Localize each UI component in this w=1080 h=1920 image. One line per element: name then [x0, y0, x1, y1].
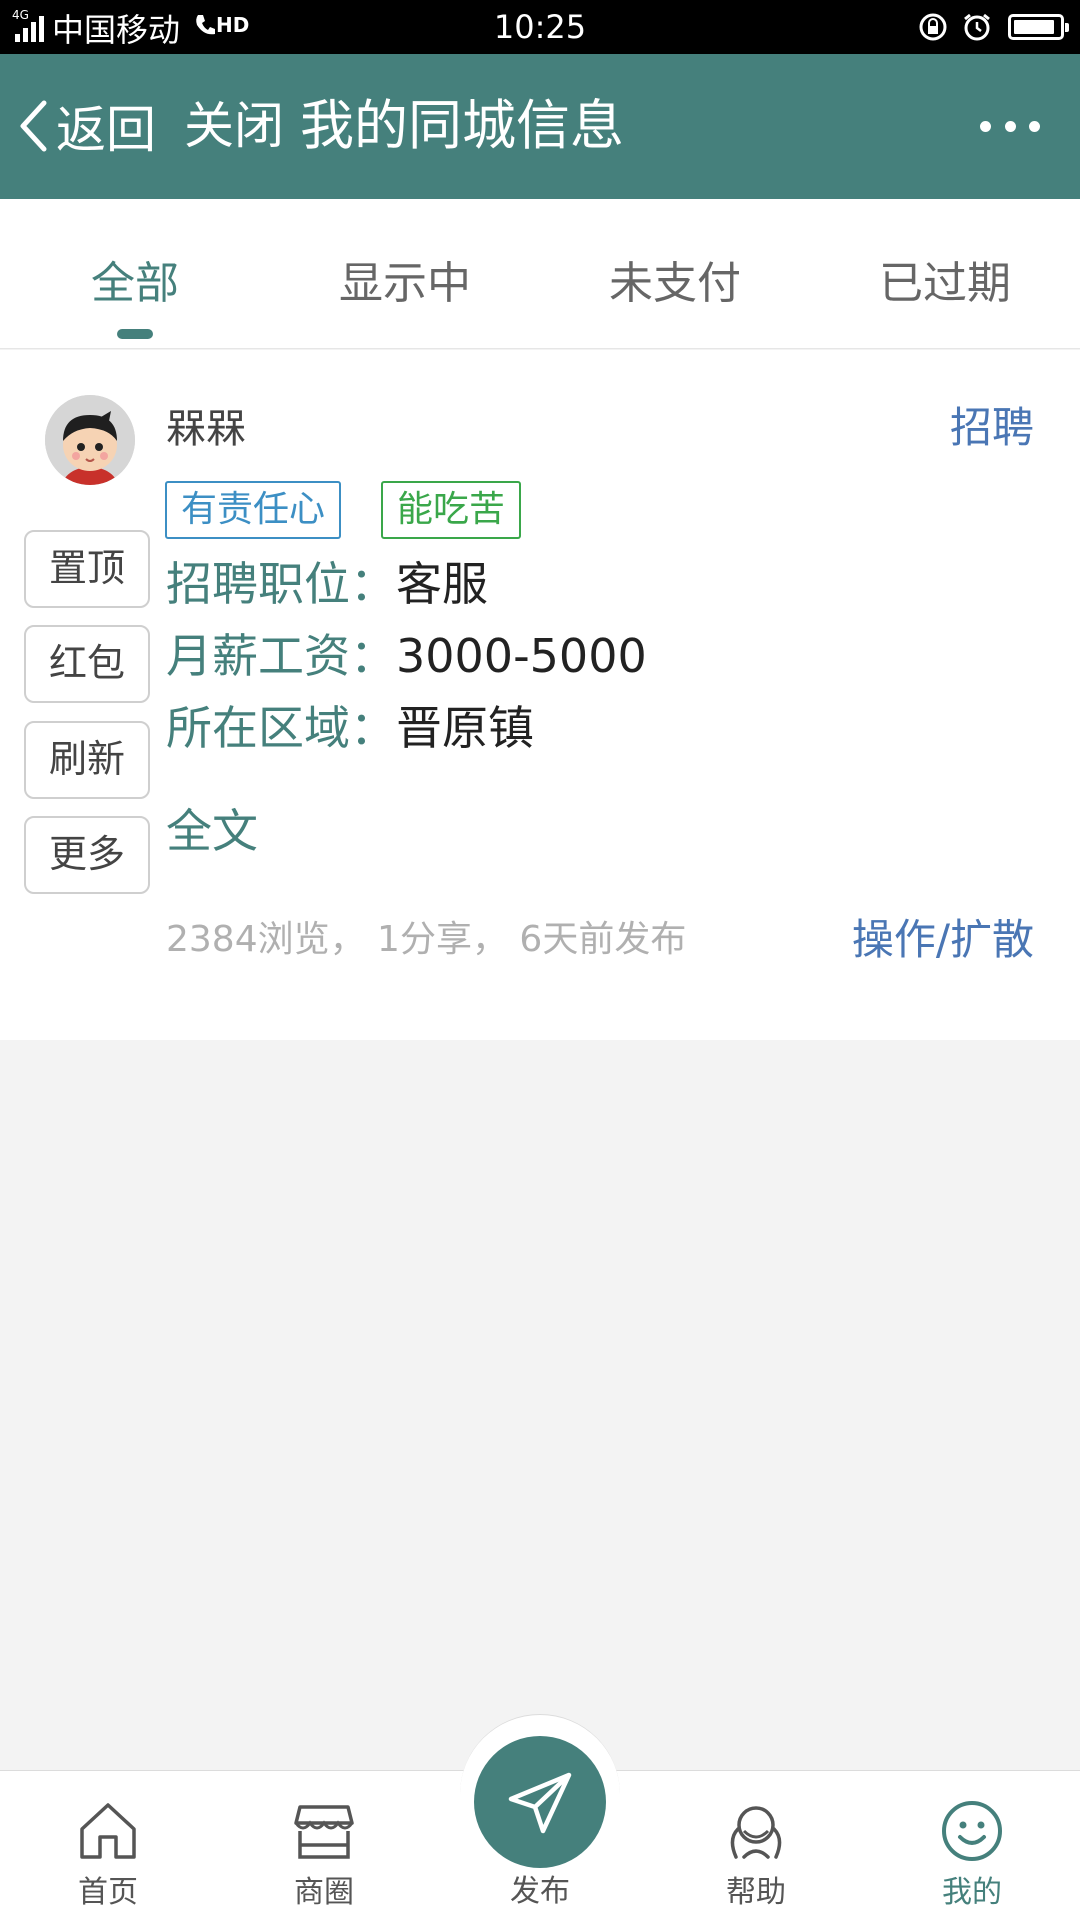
- send-icon: [508, 1772, 572, 1834]
- more-button[interactable]: 更多: [24, 816, 150, 894]
- tag-chip: 能吃苦: [381, 481, 522, 539]
- pin-top-button[interactable]: 置顶: [24, 530, 150, 608]
- home-icon: [80, 1803, 136, 1859]
- username: 槑槑: [166, 406, 246, 452]
- close-button[interactable]: 关闭: [184, 90, 284, 162]
- nav-business[interactable]: 商圈: [216, 1771, 432, 1920]
- tag-chip: 有责任心: [165, 481, 342, 539]
- top-nav-bar: 返回 关闭 我的同城信息: [0, 54, 1080, 199]
- rotation-lock-icon: [919, 13, 947, 41]
- nav-home[interactable]: 首页: [0, 1771, 216, 1920]
- dot-icon: [1029, 120, 1040, 132]
- tab-showing[interactable]: 显示中: [270, 199, 540, 349]
- publish-label: 发布: [510, 1874, 570, 1909]
- tab-unpaid[interactable]: 未支付: [540, 199, 810, 349]
- smile-icon: [942, 1801, 1002, 1861]
- post-card[interactable]: 槑槑 招聘 有责任心 能吃苦 置顶 红包 刷新 更多 招聘职位： 客服 月薪工资…: [0, 350, 1080, 1040]
- avatar[interactable]: [45, 395, 135, 485]
- active-tab-indicator: [117, 329, 153, 339]
- refresh-button[interactable]: 刷新: [24, 721, 150, 799]
- nav-help[interactable]: 帮助: [648, 1771, 864, 1920]
- battery-icon: [1008, 14, 1069, 40]
- publish-button[interactable]: [474, 1736, 606, 1868]
- store-icon: [294, 1805, 354, 1859]
- post-stats: 2384浏览， 1分享， 6天前发布: [166, 919, 687, 960]
- chevron-left-icon: [20, 100, 47, 152]
- back-button[interactable]: 返回: [18, 90, 156, 162]
- field-position: 招聘职位： 客服: [166, 557, 488, 611]
- fulltext-link[interactable]: 全文: [166, 795, 258, 861]
- nav-mine[interactable]: 我的: [864, 1771, 1080, 1920]
- tab-expired[interactable]: 已过期: [810, 199, 1080, 349]
- dot-icon: [980, 120, 991, 132]
- more-menu-button[interactable]: [980, 106, 1040, 146]
- page-title: 我的同城信息: [300, 94, 624, 157]
- field-salary: 月薪工资： 3000-5000: [166, 629, 647, 683]
- status-bar: 4G 中国移动 HD 10:25: [0, 0, 1080, 54]
- filter-tabs: 全部 显示中 未支付 已过期: [0, 199, 1080, 349]
- help-icon: [730, 1806, 782, 1859]
- dot-icon: [1004, 120, 1016, 132]
- category-label: 招聘: [949, 403, 1034, 452]
- red-packet-button[interactable]: 红包: [24, 625, 150, 703]
- alarm-icon: [964, 13, 990, 41]
- back-label: 返回: [56, 101, 156, 159]
- operate-spread-link[interactable]: 操作/扩散: [852, 906, 1034, 967]
- tab-all[interactable]: 全部: [0, 199, 270, 349]
- field-area: 所在区域： 晋原镇: [166, 701, 534, 755]
